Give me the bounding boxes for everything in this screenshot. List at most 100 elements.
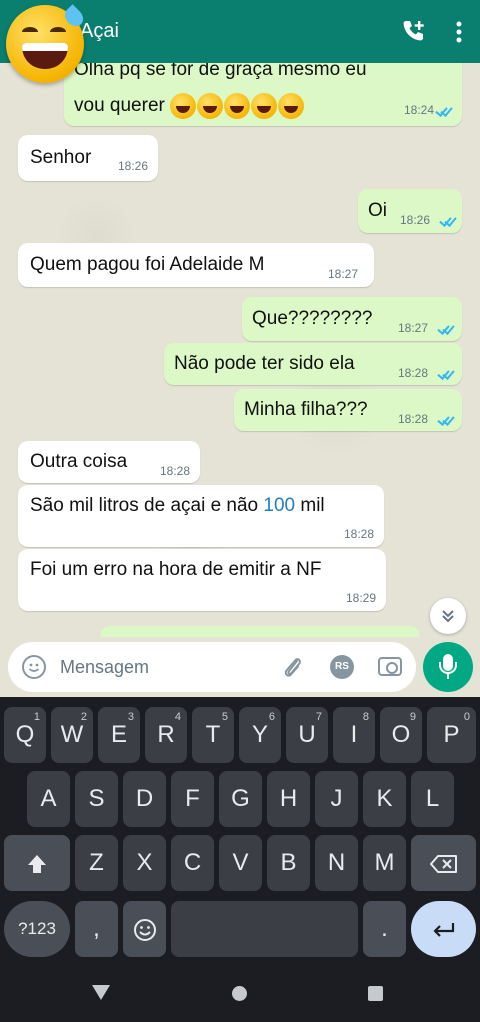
overflow-menu-icon[interactable] — [452, 19, 466, 45]
message-text: Não pode ter sido ela — [174, 353, 355, 374]
key-q[interactable]: Q1 — [4, 707, 46, 763]
laughing-emoji-icon — [251, 93, 278, 119]
key-d[interactable]: D — [123, 771, 166, 827]
message-text: Foi um erro na hora de emitir a NF — [30, 559, 322, 580]
key-u[interactable]: U7 — [286, 707, 328, 763]
message-bubble-outgoing[interactable]: Que???????? 18:27 — [242, 297, 462, 341]
key-label: O — [391, 721, 411, 748]
emoji-picker-icon[interactable] — [22, 655, 46, 679]
space-key[interactable] — [171, 901, 358, 957]
message-text: Quem pagou foi Adelaide M — [30, 254, 265, 275]
key-hint: 2 — [80, 711, 87, 723]
key-m[interactable]: M — [363, 835, 406, 891]
message-bubble-outgoing[interactable] — [100, 626, 420, 637]
key-s[interactable]: S — [75, 771, 118, 827]
key-j[interactable]: J — [315, 771, 358, 827]
key-hint: 8 — [362, 711, 369, 723]
key-hint: 4 — [174, 711, 181, 723]
home-circle-icon[interactable] — [232, 986, 247, 1001]
message-bubble-outgoing[interactable]: Minha filha??? 18:28 — [234, 389, 462, 431]
read-ticks-icon — [438, 414, 454, 424]
message-text: Senhor — [30, 147, 92, 168]
message-bubble-incoming[interactable]: Quem pagou foi Adelaide M 18:27 — [18, 243, 374, 287]
shift-key[interactable] — [4, 835, 70, 891]
symbols-key[interactable]: ?123 — [4, 901, 70, 957]
key-w[interactable]: W2 — [51, 707, 93, 763]
attach-paperclip-icon[interactable] — [280, 654, 304, 680]
laughing-emoji-icon — [170, 93, 197, 119]
message-text: Que???????? — [252, 308, 373, 329]
key-b[interactable]: B — [267, 835, 310, 891]
key-g[interactable]: G — [219, 771, 262, 827]
add-call-icon[interactable] — [400, 18, 426, 44]
backspace-icon — [429, 854, 457, 873]
backspace-key[interactable] — [411, 835, 476, 891]
key-o[interactable]: O9 — [380, 707, 422, 763]
message-bubble-incoming[interactable]: Senhor 18:26 — [18, 135, 158, 181]
key-x[interactable]: X — [123, 835, 166, 891]
key-label: E — [110, 721, 127, 748]
comma-key[interactable]: , — [75, 901, 118, 957]
key-n[interactable]: N — [315, 835, 358, 891]
key-a[interactable]: A — [27, 771, 70, 827]
number-link[interactable]: 100 — [263, 495, 295, 516]
enter-arrow-icon — [432, 922, 454, 937]
message-time: 18:28 — [398, 412, 429, 426]
message-bubble-incoming[interactable]: Foi um erro na hora de emitir a NF 18:29 — [18, 549, 386, 611]
message-text: Minha filha??? — [244, 399, 368, 420]
key-c[interactable]: C — [171, 835, 214, 891]
system-navigation-bar — [0, 965, 480, 1022]
key-hint: 5 — [221, 711, 228, 723]
message-text: Outra coisa — [30, 451, 128, 472]
currency-payment-icon[interactable]: RS — [330, 655, 354, 679]
read-ticks-icon — [440, 215, 456, 225]
message-bubble-incoming[interactable]: Outra coisa 18:28 — [18, 441, 200, 483]
key-y[interactable]: Y6 — [239, 707, 281, 763]
message-text: vou querer — [74, 93, 305, 119]
on-screen-keyboard: Q1 W2 E3 R4 T5 Y6 U7 I8 O9 P0 A S D F G … — [0, 697, 480, 965]
message-bubble-outgoing[interactable]: Olha pq se for de graça mesmo eu vou que… — [64, 63, 462, 126]
message-time: 18:28 — [398, 366, 429, 380]
key-p[interactable]: P0 — [427, 707, 476, 763]
key-label: I — [350, 721, 358, 748]
scroll-down-button[interactable] — [430, 598, 466, 634]
message-text: Olha pq se for de graça mesmo eu — [74, 63, 367, 80]
message-time: 18:28 — [160, 464, 191, 478]
laughing-emoji-icon — [224, 93, 251, 119]
key-label: Q — [15, 721, 35, 748]
key-z[interactable]: Z — [75, 835, 118, 891]
message-time: 18:28 — [343, 527, 374, 541]
read-ticks-icon — [438, 323, 454, 333]
laughing-emoji-icon — [197, 93, 224, 119]
recent-apps-square-icon[interactable] — [368, 986, 383, 1001]
period-key[interactable]: . — [363, 901, 406, 957]
key-v[interactable]: V — [219, 835, 262, 891]
voice-record-button[interactable] — [423, 642, 473, 692]
key-l[interactable]: L — [411, 771, 454, 827]
back-triangle-icon[interactable] — [92, 985, 110, 1000]
key-f[interactable]: F — [171, 771, 214, 827]
chat-messages-area[interactable]: Olha pq se for de graça mesmo eu vou que… — [0, 63, 480, 637]
message-time: 18:26 — [400, 213, 431, 227]
contact-name[interactable]: Açai — [80, 20, 119, 43]
message-input[interactable]: Mensagem RS — [8, 642, 416, 692]
message-bubble-incoming[interactable]: São mil litros de açai e não 100 mil 18:… — [18, 485, 384, 547]
message-text: São mil litros de açai e não 100 mil — [30, 495, 325, 516]
key-h[interactable]: H — [267, 771, 310, 827]
grinning-sweat-emoji-sticker — [6, 4, 87, 83]
emoji-key[interactable] — [123, 901, 166, 957]
key-label: U — [298, 721, 316, 748]
key-label: W — [60, 721, 84, 748]
enter-key[interactable] — [411, 901, 476, 957]
key-r[interactable]: R4 — [145, 707, 187, 763]
message-input-placeholder: Mensagem — [60, 657, 150, 677]
key-label: R — [157, 721, 175, 748]
key-t[interactable]: T5 — [192, 707, 234, 763]
key-k[interactable]: K — [363, 771, 406, 827]
key-hint: 7 — [315, 711, 322, 723]
message-bubble-outgoing[interactable]: Oi 18:26 — [358, 189, 462, 233]
camera-icon[interactable] — [378, 657, 402, 676]
key-e[interactable]: E3 — [98, 707, 140, 763]
message-bubble-outgoing[interactable]: Não pode ter sido ela 18:28 — [164, 343, 462, 385]
key-i[interactable]: I8 — [333, 707, 375, 763]
